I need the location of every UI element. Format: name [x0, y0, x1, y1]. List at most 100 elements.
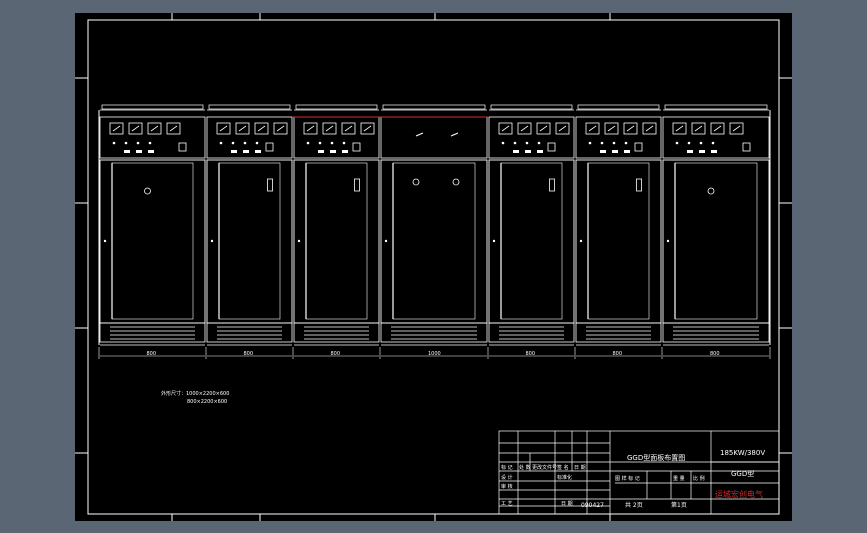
cabinet-canopy — [295, 104, 378, 110]
selector-switch — [525, 150, 531, 153]
door-latch — [492, 239, 496, 243]
switchgear-elevation: 800 800 800 1000 800 800 800 — [98, 104, 771, 359]
indicator-lamp — [501, 141, 505, 145]
panel-width-label: 1000 — [428, 351, 441, 357]
control-button — [265, 142, 274, 152]
meter-needle — [588, 125, 597, 132]
panel-width-label: 800 — [244, 351, 254, 357]
date-value: 090427 — [581, 502, 604, 509]
indicator-lamp — [513, 141, 517, 145]
selector-switch — [687, 150, 693, 153]
indicator-lamp — [231, 141, 235, 145]
selector-switch — [612, 150, 618, 153]
meter-needle — [675, 125, 684, 132]
meter-needle — [558, 125, 567, 132]
control-button — [742, 142, 751, 152]
dimension-note-line2: 800×2200×600 — [187, 399, 227, 405]
operating-handle — [707, 187, 715, 195]
indicator-lamp — [219, 141, 223, 145]
label-sign: 签 名 — [557, 464, 569, 471]
panel-width-label: 800 — [331, 351, 341, 357]
selector-switch — [711, 150, 717, 153]
indicator-lamp — [624, 141, 628, 145]
indicator-lamp — [243, 141, 247, 145]
indicator-lamp — [112, 141, 116, 145]
company-name: 运城宏创电气 — [715, 489, 763, 499]
operating-handle — [267, 178, 273, 192]
cabinet-body — [99, 159, 206, 324]
panel-width-label: 800 — [710, 351, 720, 357]
selector-switch — [318, 150, 324, 153]
selector-switch — [537, 150, 543, 153]
cabinet-canopy — [490, 104, 573, 110]
door-latch — [666, 239, 670, 243]
door-latch — [579, 239, 583, 243]
selector-switch — [231, 150, 237, 153]
selector-switch — [243, 150, 249, 153]
cabinet-body — [206, 159, 293, 324]
cabinet-door — [305, 162, 368, 320]
indicator-lamp — [675, 141, 679, 145]
label-design: 设 计 — [501, 474, 513, 481]
cabinet-door — [674, 162, 758, 320]
indicator-mark — [450, 132, 459, 137]
indicator-lamp — [537, 141, 541, 145]
drawing-title: GGD型面板布置图 — [627, 453, 685, 462]
meter-needle — [238, 125, 247, 132]
indicator-lamp — [342, 141, 346, 145]
control-button — [178, 142, 187, 152]
meter-needle — [131, 125, 140, 132]
meter-needle — [363, 125, 372, 132]
meter-needle — [112, 125, 121, 132]
model-text: GGD型 — [731, 469, 754, 478]
indicator-lamp — [124, 141, 128, 145]
cabinet-body — [380, 159, 488, 324]
label-change-doc: 更改文件号 — [532, 464, 557, 471]
control-button — [634, 142, 643, 152]
meter-needle — [501, 125, 510, 132]
label-scale: 比 例 — [693, 475, 705, 482]
indicator-lamp — [306, 141, 310, 145]
cabinet-canopy — [101, 104, 204, 110]
cabinet-door — [111, 162, 194, 320]
selector-switch — [148, 150, 154, 153]
label-process: 工 艺 — [501, 501, 513, 507]
meter-needle — [219, 125, 228, 132]
selector-switch — [699, 150, 705, 153]
meter-needle — [344, 125, 353, 132]
door-latch — [103, 239, 107, 243]
cabinet-body — [293, 159, 380, 324]
cabinet-canopy — [382, 104, 486, 110]
meter-needle — [694, 125, 703, 132]
label-date: 日 期 — [574, 465, 586, 471]
label-review: 审 核 — [501, 483, 513, 490]
label-drawing-mark: 图 样 标 记 — [615, 475, 640, 482]
label-weight: 重 量 — [673, 475, 685, 482]
meter-needle — [306, 125, 315, 132]
operating-handle — [412, 178, 420, 186]
zone-ticks — [75, 13, 792, 521]
operating-handle — [549, 178, 555, 192]
selector-switch — [330, 150, 336, 153]
indicator-lamp — [318, 141, 322, 145]
door-latch — [210, 239, 214, 243]
sheet-total: 共 2页 — [625, 501, 643, 509]
selector-switch — [513, 150, 519, 153]
indicator-mark — [415, 132, 424, 137]
selector-switch — [255, 150, 261, 153]
cabinet-door — [587, 162, 650, 320]
cabinet-canopy — [664, 104, 768, 110]
meter-needle — [732, 125, 741, 132]
cabinet-door — [392, 162, 476, 320]
meter-needle — [325, 125, 334, 132]
sheet-number: 第1页 — [671, 501, 687, 509]
indicator-lamp — [330, 141, 334, 145]
selector-switch — [624, 150, 630, 153]
panel-width-label: 800 — [526, 351, 536, 357]
indicator-lamp — [699, 141, 703, 145]
meter-needle — [713, 125, 722, 132]
indicator-lamp — [588, 141, 592, 145]
panel-width-label: 800 — [147, 351, 157, 357]
label-standardize: 标准化 — [557, 474, 572, 481]
meter-needle — [607, 125, 616, 132]
